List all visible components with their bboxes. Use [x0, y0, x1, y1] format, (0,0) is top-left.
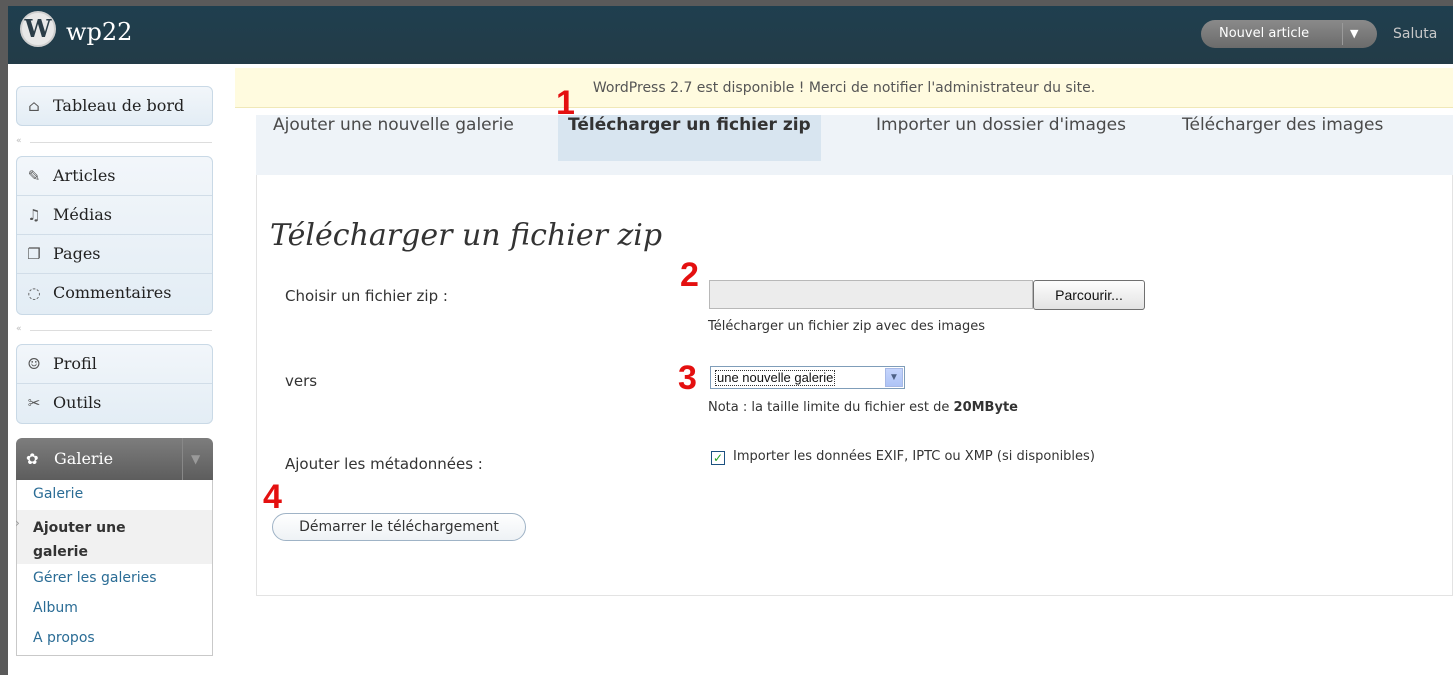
sidebar-item-dashboard[interactable]: ⌂ Tableau de bord: [17, 87, 212, 125]
collapse-dot-icon[interactable]: «: [16, 324, 22, 334]
pin-icon: ✎: [27, 167, 41, 185]
submenu-item-album[interactable]: Album: [33, 600, 78, 616]
to-label: vers: [285, 372, 318, 390]
sidebar-item-label: Pages: [53, 244, 101, 263]
sidebar-item-label: Outils: [53, 393, 102, 412]
tab-import-folder[interactable]: Importer un dossier d'images: [876, 115, 1126, 161]
sidebar-item-profile[interactable]: ☺ Profil: [17, 345, 212, 383]
admin-header: W wp22 Nouvel article ▼ Saluta: [8, 6, 1453, 64]
sidebar-item-gallery[interactable]: ✿ Galerie ▼: [16, 438, 213, 480]
tab-panel-top: [256, 161, 1453, 175]
sidebar-item-label: Médias: [53, 205, 112, 224]
size-note: Nota : la taille limite du fichier est d…: [708, 400, 1018, 415]
metadata-label: Ajouter les métadonnées :: [285, 455, 483, 473]
submenu-item-manage[interactable]: Gérer les galeries: [33, 570, 157, 586]
tab-bar: Ajouter une nouvelle galerie Télécharger…: [256, 115, 1453, 161]
submenu-item-about[interactable]: A propos: [33, 630, 95, 646]
new-post-label: Nouvel article: [1219, 26, 1310, 41]
pages-icon: ❐: [27, 245, 41, 263]
zip-file-input[interactable]: [709, 280, 1033, 309]
new-post-button[interactable]: Nouvel article ▼: [1201, 20, 1377, 48]
annotation-marker-2: 2: [680, 256, 699, 294]
size-note-prefix: Nota : la taille limite du fichier est d…: [708, 400, 954, 415]
size-note-value: 20MByte: [953, 400, 1018, 415]
update-notice: WordPress 2.7 est disponible ! Merci de …: [235, 68, 1453, 108]
menu-dashboard-box: ⌂ Tableau de bord: [16, 86, 213, 126]
gallery-submenu: Galerie › Ajouter une galerie Gérer les …: [15, 480, 213, 656]
start-upload-button[interactable]: Démarrer le téléchargement: [272, 513, 526, 541]
chevron-right-icon: ›: [15, 516, 20, 530]
sidebar-item-tools[interactable]: ✂ Outils: [17, 383, 212, 422]
gear-icon: ✿: [26, 450, 39, 468]
submenu-item-label: Ajouter une galerie: [33, 520, 126, 560]
greeting-text: Saluta: [1393, 26, 1438, 42]
wordpress-logo-icon[interactable]: W: [20, 11, 56, 47]
page-title: Télécharger un fichier zip: [270, 218, 663, 253]
sidebar-item-label: Profil: [53, 354, 97, 373]
menu-content-box: ✎ Articles ♫ Médias ❐ Pages ◌ Commentair…: [16, 156, 213, 315]
comment-icon: ◌: [27, 284, 41, 302]
file-label: Choisir un fichier zip :: [285, 287, 448, 305]
sidebar-item-label: Galerie: [54, 449, 114, 468]
tools-icon: ✂: [27, 394, 41, 412]
menu-separator: [30, 330, 212, 331]
file-help-text: Télécharger un fichier zip avec des imag…: [708, 319, 985, 334]
menu-separator: [30, 142, 212, 143]
toggle-separator: [182, 438, 183, 480]
button-separator: [1342, 23, 1343, 45]
users-icon: ☺: [27, 355, 41, 373]
sidebar-item-label: Commentaires: [53, 283, 172, 302]
tab-add-gallery[interactable]: Ajouter une nouvelle galerie: [273, 115, 514, 161]
select-value: une nouvelle galerie: [715, 370, 836, 386]
chevron-down-icon[interactable]: ▼: [1350, 27, 1358, 40]
gallery-select[interactable]: une nouvelle galerie ▼: [710, 366, 905, 389]
metadata-checkbox[interactable]: ✓: [711, 451, 725, 465]
submenu-item-gallery[interactable]: Galerie: [33, 486, 83, 502]
chevron-down-icon[interactable]: ▼: [191, 452, 200, 466]
annotation-marker-1: 1: [556, 84, 575, 122]
menu-user-box: ☺ Profil ✂ Outils: [16, 344, 213, 424]
collapse-dot-icon[interactable]: «: [16, 136, 22, 146]
home-icon: ⌂: [28, 97, 40, 115]
chevron-down-icon[interactable]: ▼: [885, 368, 903, 387]
sidebar-item-comments[interactable]: ◌ Commentaires: [17, 273, 212, 312]
sidebar-item-medias[interactable]: ♫ Médias: [17, 195, 212, 234]
site-name[interactable]: wp22: [66, 18, 132, 46]
tab-upload-zip[interactable]: Télécharger un fichier zip: [558, 115, 821, 161]
sidebar-item-label: Articles: [53, 166, 116, 185]
browse-button[interactable]: Parcourir...: [1033, 280, 1145, 310]
metadata-checkbox-label[interactable]: Importer les données EXIF, IPTC ou XMP (…: [733, 449, 1095, 464]
annotation-marker-4: 4: [263, 478, 282, 516]
annotation-marker-3: 3: [678, 359, 697, 397]
submenu-item-add-gallery[interactable]: › Ajouter une galerie: [15, 510, 212, 564]
media-icon: ♫: [27, 206, 41, 224]
sidebar-item-label: Tableau de bord: [53, 96, 185, 115]
sidebar-item-pages[interactable]: ❐ Pages: [17, 234, 212, 273]
tab-upload-images[interactable]: Télécharger des images: [1182, 115, 1383, 161]
sidebar-item-articles[interactable]: ✎ Articles: [17, 157, 212, 195]
